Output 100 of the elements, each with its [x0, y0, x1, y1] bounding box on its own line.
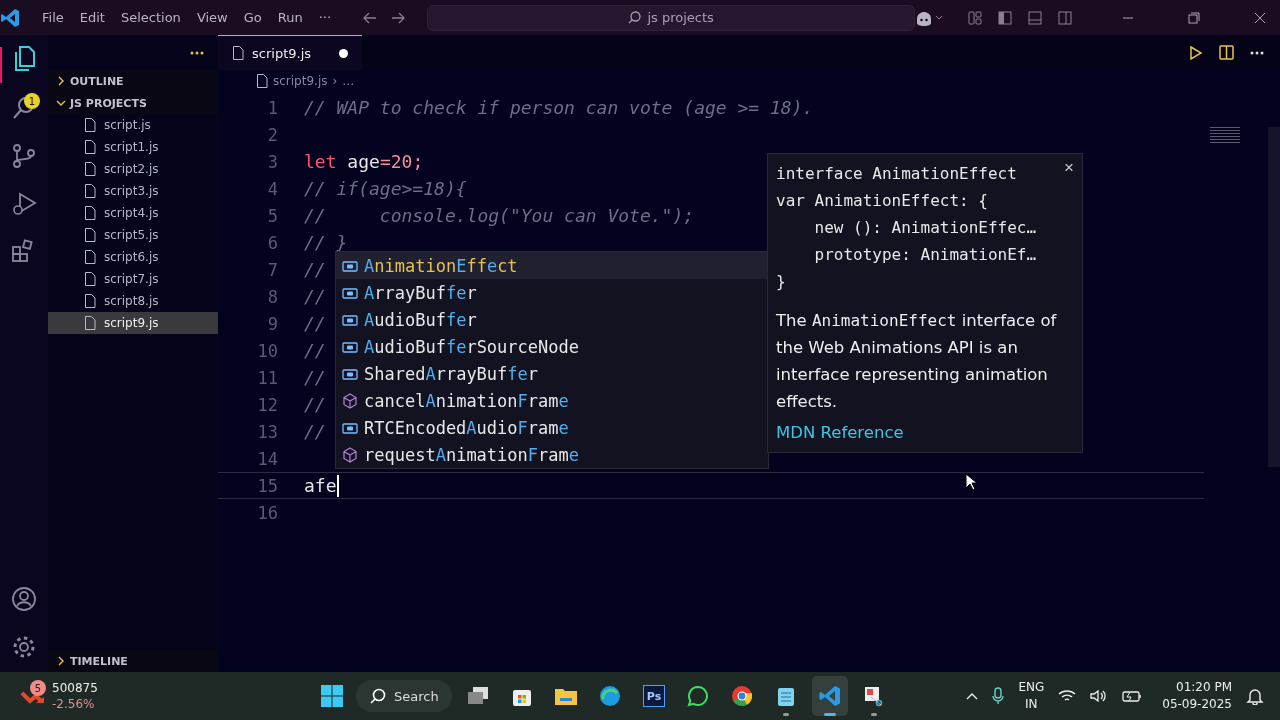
run-debug-icon[interactable] — [11, 191, 37, 217]
suggestion-item[interactable]: cancelAnimationFrame — [336, 387, 768, 414]
taskbar-app[interactable]: Ps — [636, 676, 672, 716]
command-search-field[interactable]: js projects — [427, 4, 916, 31]
split-editor-icon[interactable] — [1219, 45, 1234, 60]
menu-item[interactable]: Selection — [112, 10, 189, 25]
speaker-icon[interactable] — [1090, 689, 1109, 703]
reference-link[interactable]: MDN Reference — [776, 423, 904, 442]
account-icon[interactable] — [11, 586, 37, 612]
variable-icon — [342, 420, 358, 435]
battery-icon[interactable] — [1122, 689, 1143, 703]
cube-icon — [342, 446, 358, 463]
suggestion-item[interactable]: AudioBuffer — [336, 306, 768, 333]
file-icon — [84, 162, 96, 176]
editor-tab[interactable]: script9.js — [218, 35, 362, 70]
section-header[interactable]: JS PROJECTS — [48, 92, 218, 114]
explorer-entry[interactable]: script6.js — [48, 246, 218, 268]
source-control-icon[interactable] — [11, 143, 37, 169]
explorer-entry[interactable]: script7.js — [48, 268, 218, 290]
back-arrow-icon[interactable] — [363, 11, 378, 24]
code-token: =20; — [379, 151, 424, 172]
code-token: afe — [304, 474, 337, 497]
line-number: 6 — [266, 232, 278, 253]
menu-item[interactable]: ··· — [310, 10, 340, 25]
file-icon — [84, 316, 96, 330]
explorer-entry[interactable]: script8.js — [48, 290, 218, 312]
chat-bubble-icon[interactable] — [687, 685, 709, 707]
wifi-icon[interactable] — [1058, 689, 1077, 703]
signature-line: prototype: AnimationEf… — [813, 244, 1037, 266]
notepad-icon[interactable] — [776, 685, 796, 707]
menu-item[interactable]: File — [34, 10, 72, 25]
explorer-entry[interactable]: script5.js — [48, 224, 218, 246]
chrome-icon[interactable] — [731, 685, 753, 707]
explorer-entry[interactable]: script9.js — [48, 312, 218, 334]
explorer-entry[interactable]: script1.js — [48, 136, 218, 158]
file-icon — [84, 184, 96, 198]
notification-bell-icon[interactable] — [1246, 687, 1264, 705]
clock-time[interactable]: 01:20 PM — [1176, 679, 1232, 696]
language-indicator[interactable]: IN — [1025, 696, 1038, 713]
line-number: 4 — [266, 178, 278, 199]
explorer-entry[interactable]: script4.js — [48, 202, 218, 224]
explorer-entry[interactable]: script3.js — [48, 180, 218, 202]
more-icon[interactable] — [190, 50, 204, 55]
file-icon — [84, 228, 96, 242]
language-indicator[interactable]: ENG — [1018, 679, 1045, 696]
section-header[interactable]: OUTLINE — [48, 70, 218, 92]
suggestion-item[interactable]: RTCEncodedAudioFrame — [336, 414, 768, 441]
menu-item[interactable]: Go — [235, 10, 270, 25]
close-button[interactable]: × — [1064, 158, 1074, 178]
clock-date[interactable]: 05-09-2025 — [1162, 696, 1232, 713]
panel-toggle-icon[interactable] — [1028, 10, 1042, 25]
windows-icon[interactable] — [467, 686, 489, 706]
line-number: 2 — [266, 124, 278, 145]
scissors-icon[interactable] — [863, 685, 885, 707]
taskbar-search[interactable]: Search — [356, 680, 452, 712]
file-icon — [84, 294, 96, 308]
line-number: 14 — [256, 448, 278, 469]
chevron-right-icon[interactable] — [56, 76, 66, 86]
code-token: // — [304, 286, 326, 307]
settings-icon[interactable] — [11, 634, 37, 660]
secondary-sidebar-icon[interactable] — [1058, 10, 1072, 25]
more-icon[interactable] — [1250, 50, 1264, 55]
code-editor-icon[interactable] — [0, 7, 20, 28]
menu-item[interactable]: Run — [269, 10, 311, 25]
breadcrumb-item[interactable]: › — [332, 74, 338, 88]
stock-value: 500875 — [52, 680, 98, 696]
suggestion-item[interactable]: AnimationEffect — [336, 252, 768, 279]
breadcrumb-item[interactable]: script9.js — [273, 74, 328, 88]
line-number: 1 — [266, 97, 278, 118]
explorer-entry[interactable]: script.js — [48, 114, 218, 136]
search-icon — [628, 11, 642, 24]
code-token: // — [304, 340, 326, 361]
forward-arrow-icon[interactable] — [391, 11, 406, 24]
explorer-entry[interactable]: script2.js — [48, 158, 218, 180]
menu-item[interactable]: Edit — [71, 10, 113, 25]
description: The AnimationEffect interface of the Web Animations API is an interface representing animation effects. — [776, 310, 1058, 413]
suggestion-item[interactable]: SharedArrayBuffer — [336, 360, 768, 387]
code-token: let — [304, 151, 337, 172]
section-header[interactable]: TIMELINE — [48, 650, 218, 672]
suggestion-item[interactable]: requestAnimationFrame — [336, 441, 768, 468]
run-icon[interactable] — [1189, 44, 1203, 61]
suggestion-item[interactable]: AudioBufferSourceNode — [336, 333, 768, 360]
folder-icon[interactable] — [554, 686, 578, 706]
close-icon[interactable] — [1254, 11, 1266, 24]
code-editor-icon[interactable] — [819, 685, 841, 707]
line-number: 10 — [256, 340, 278, 361]
breadcrumb-item[interactable]: … — [342, 74, 355, 88]
sidebar-toggle-icon[interactable] — [998, 10, 1012, 25]
chevron-down-icon[interactable] — [56, 98, 66, 108]
suggestion-item[interactable]: ArrayBuffer — [336, 279, 768, 306]
chevron-up-icon[interactable] — [966, 692, 979, 700]
restore-icon[interactable] — [1188, 11, 1200, 24]
edge-icon[interactable] — [599, 685, 621, 707]
menu-item[interactable]: View — [188, 10, 236, 25]
code-token: // console.log("You can Vote."); — [304, 205, 695, 226]
chevron-right-icon[interactable] — [56, 656, 66, 666]
microphone-icon[interactable] — [992, 687, 1005, 705]
layout-icon[interactable] — [968, 10, 982, 25]
start-icon[interactable] — [320, 684, 344, 708]
line-number: 15 — [256, 475, 278, 496]
